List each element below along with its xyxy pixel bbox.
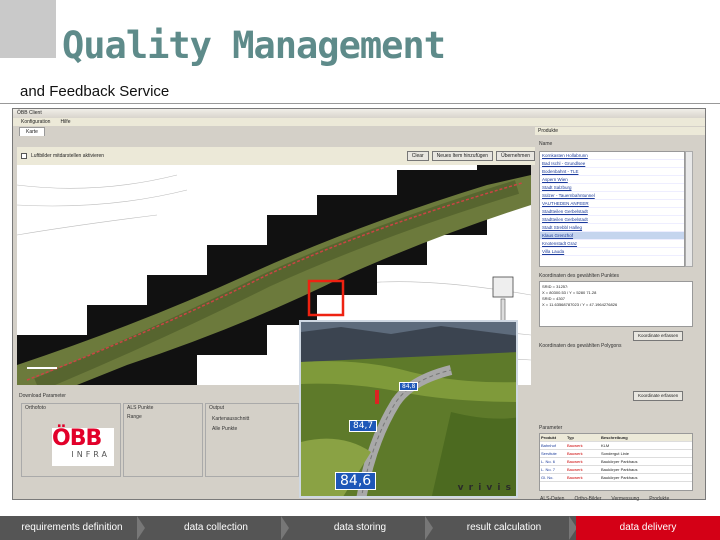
app-menubar: Konfiguration Hilfe <box>13 118 705 126</box>
download-label: Download Parameter <box>19 393 66 399</box>
table-row[interactable]: L. No. 6 Bauwerk Baukörper Parkhaus <box>540 458 692 466</box>
scale-bar <box>27 367 57 369</box>
legend-item: ALS-Daten <box>540 496 565 502</box>
obb-logo-sub: INFRA <box>71 450 110 459</box>
aerial-checkbox-label: Luftbilder mitdarstellen aktivieren <box>31 153 105 159</box>
legend-item: Ortho-Bilder <box>574 496 602 502</box>
product-list-item[interactable]: Stadtteilen Gerbelstadt <box>540 216 684 224</box>
parameter-table[interactable]: Produkt Typ Beschreibung Bahnhof Bauwerk KLM S… <box>539 433 693 491</box>
table-cell: Bauwerk <box>567 451 583 456</box>
title-divider <box>0 103 720 104</box>
table-header-row: Produkt Typ Beschreibung <box>540 434 692 442</box>
add-item-button[interactable]: Neues Item hinzufügen <box>431 151 494 161</box>
product-list-item[interactable]: Knotenstadt Graz <box>540 240 684 248</box>
tab-map[interactable]: Karte <box>19 127 45 136</box>
product-list-item[interactable]: Bad Ischl - Grundlsee <box>540 160 684 168</box>
vrvis-brand: v r i v i s <box>457 483 512 493</box>
als-group-label: ALS Punkte <box>127 405 154 411</box>
output-group-label: Output <box>209 405 225 411</box>
legend-item: Vermessung <box>611 496 640 502</box>
product-list-item[interactable]: Stadtteilen Gerbelstadt <box>540 208 684 216</box>
process-bar: requirements definition data collection da… <box>0 516 720 540</box>
km-tag-small: 84,8 <box>399 382 419 391</box>
table-header-cell: Produkt <box>541 435 557 440</box>
polygon-capture-button[interactable]: Koordinate erfassen <box>633 391 684 401</box>
polygon-label: Koordinaten des gewählten Polygons <box>539 343 622 349</box>
table-row[interactable]: Gl. No. Bauwerk Baukörper Parkhaus <box>540 474 692 482</box>
process-step: data delivery <box>576 516 720 540</box>
aerial-checkbox[interactable] <box>21 153 27 159</box>
obb-logo-word: ÖBB <box>52 426 102 451</box>
table-cell: L. No. 6 <box>541 459 556 464</box>
radio-extent[interactable]: Kartenausschnitt <box>212 416 249 422</box>
product-list-item[interactable]: Aspern Wien <box>540 176 684 184</box>
map-legend: ALS-Daten Ortho-Bilder Vermessung Produkte <box>540 496 669 502</box>
product-list-item[interactable]: Kornkasten Hollabrunn <box>540 152 684 160</box>
product-list-item[interactable]: Bodenbahnt - TLE <box>540 168 684 176</box>
legend-item: Produkte <box>649 496 670 502</box>
coord-capture-button[interactable]: Koordinate erfassen <box>633 331 684 341</box>
table-cell: Bauwerk <box>567 443 583 448</box>
coord-readout: SRID = 31257: X = 80300.53 / Y = 5280 71.… <box>539 281 693 327</box>
table-cell: Servitute <box>541 451 557 456</box>
coord-label: Koordinaten des gewählten Punktes <box>539 273 620 279</box>
obb-infra-logo: ÖBB INFRA <box>52 428 114 466</box>
product-list-scrollbar[interactable] <box>685 151 693 267</box>
products-header: Produkte <box>535 127 705 135</box>
als-group: ALS Punkte Range <box>123 403 203 477</box>
radio-all-points[interactable]: Alle Punkte <box>212 426 237 432</box>
corner-logo-block <box>0 0 56 58</box>
menu-item-config[interactable]: Konfiguration <box>21 118 50 126</box>
table-cell: L. No. 7 <box>541 467 556 472</box>
product-list-item[interactable]: Sülzer - Tauernbahntunnel <box>540 192 684 200</box>
3d-view-inset[interactable]: 84,8 84,7 84,6 v r i v i s <box>299 320 518 498</box>
table-cell: Bauwerk <box>567 475 583 480</box>
table-cell: Baukörper Parkhaus <box>601 459 638 464</box>
als-range-label: Range <box>127 414 142 420</box>
km-tag-large: 84,6 <box>335 472 377 490</box>
table-cell: Bauwerk <box>567 459 583 464</box>
slide-subtitle: and Feedback Service <box>20 83 170 100</box>
product-list-item[interactable]: Stadt Strebbl Halleg <box>540 224 684 232</box>
product-list[interactable]: Kornkasten Hollabrunn Bad Ischl - Grundls… <box>539 151 685 267</box>
apply-button[interactable]: Übernehmen <box>496 151 535 161</box>
table-header-cell: Typ <box>567 435 574 440</box>
3d-terrain-render <box>301 322 516 496</box>
list-name-header: Name <box>539 141 553 147</box>
coord-line: X = 11.63568787023 / Y = 47.1964276826 <box>542 302 618 307</box>
slide-title: Quality Management <box>62 24 446 67</box>
product-list-item[interactable]: Stadt Salzburg <box>540 184 684 192</box>
process-step: data storing <box>288 516 433 540</box>
parameter-label: Parameter <box>539 425 563 431</box>
table-cell: Bauwerk <box>567 467 583 472</box>
product-list-item[interactable]: VAUTHEDEN ANFEER <box>540 200 684 208</box>
table-row[interactable]: L. No. 7 Bauwerk Baukörper Parkhaus <box>540 466 692 474</box>
table-cell: KLM <box>601 443 610 448</box>
table-cell: Bahnhof <box>541 443 556 448</box>
process-step: data collection <box>144 516 289 540</box>
table-cell: Baukörper Parkhaus <box>601 467 638 472</box>
product-list-item[interactable]: Klaus Grenzhof <box>540 232 684 240</box>
output-group: Output Kartenausschnitt Alle Punkte <box>205 403 299 477</box>
map-toolbar: Luftbilder mitdarstellen aktivieren Clea… <box>17 147 535 165</box>
table-header-cell: Beschreibung <box>601 435 628 440</box>
km-tag-medium: 84,7 <box>349 420 378 432</box>
table-row[interactable]: Bahnhof Bauwerk KLM <box>540 442 692 450</box>
table-cell: Gl. No. <box>541 475 554 480</box>
product-list-item[interactable]: Villa Lauda <box>540 248 684 256</box>
process-step: requirements definition <box>0 516 145 540</box>
ortho-group-label: Orthofoto <box>25 405 46 411</box>
clear-button[interactable]: Clear <box>406 151 429 161</box>
table-row[interactable]: Servitute Bauwerk Sondergut Linie <box>540 450 692 458</box>
table-cell: Baukörper Parkhaus <box>601 475 638 480</box>
app-titlebar: ÖBB Client <box>13 109 705 118</box>
process-step: result calculation <box>432 516 577 540</box>
right-panel: Produkte Name Kornkasten Hollabrunn Bad I… <box>535 127 705 499</box>
menu-item-help[interactable]: Hilfe <box>60 118 70 126</box>
table-cell: Sondergut Linie <box>601 451 630 456</box>
